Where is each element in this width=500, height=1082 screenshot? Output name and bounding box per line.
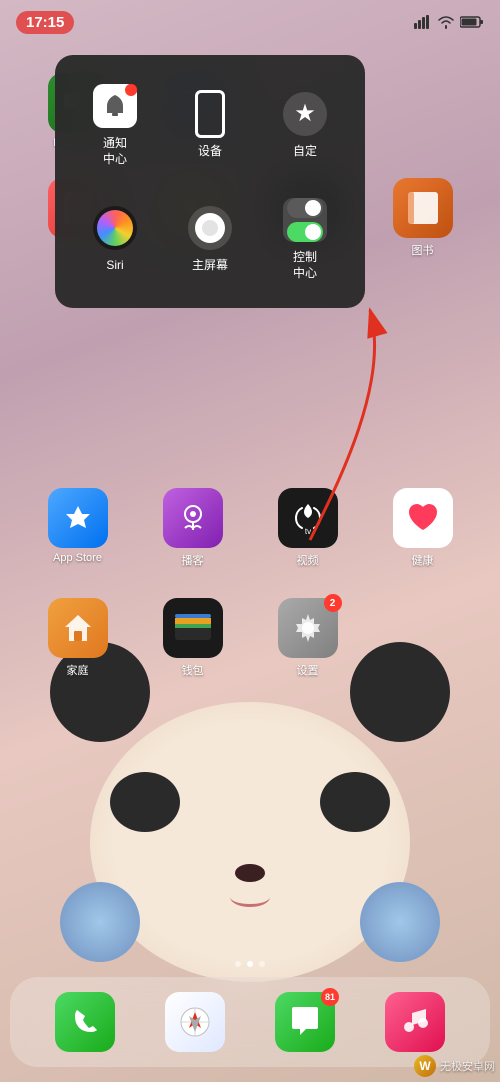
device-icon-shape [195, 90, 225, 138]
podcasts-icon[interactable] [163, 488, 223, 548]
star-icon-shape: ★ [283, 92, 327, 136]
toggle-row [287, 198, 323, 242]
app-books[interactable]: 图书 [365, 170, 480, 266]
notif-dot [127, 84, 137, 94]
settings-label: 设置 [297, 662, 319, 678]
health-label: 健康 [412, 552, 434, 568]
panda-decoration [235, 864, 265, 882]
controlcenter-label: 控制中心 [293, 250, 317, 281]
context-menu-grid: 通知中心 设备 ★ 自定 Siri [70, 70, 350, 293]
homescreen-circle [195, 213, 225, 243]
device-icon-container [186, 90, 234, 138]
panda-decoration [230, 887, 270, 907]
phone-icon[interactable] [55, 992, 115, 1052]
controlcenter-icon-container [281, 196, 329, 244]
dock: 81 [10, 977, 490, 1067]
menu-item-controlcenter[interactable]: 控制中心 [260, 184, 350, 293]
dock-music[interactable] [385, 992, 445, 1052]
context-menu: 通知中心 设备 ★ 自定 Siri [55, 55, 365, 308]
dock-safari[interactable] [165, 992, 225, 1052]
app-settings[interactable]: 2 设置 [250, 590, 365, 686]
watermark-logo: W [414, 1055, 436, 1077]
panda-decoration [360, 882, 440, 962]
status-bar: 17:15 [0, 0, 500, 44]
podcasts-label: 播客 [182, 552, 204, 568]
page-indicator [235, 961, 265, 967]
page-dot-3 [259, 961, 265, 967]
appstore-icon[interactable] [48, 488, 108, 548]
menu-item-notification[interactable]: 通知中心 [70, 70, 160, 179]
app-row-3: App Store 播客 tv 视频 [0, 470, 500, 586]
status-time: 17:15 [16, 11, 74, 34]
app-home[interactable]: 家庭 [20, 590, 135, 686]
customize-icon-container: ★ [281, 90, 329, 138]
device-label: 设备 [198, 144, 222, 160]
menu-item-customize[interactable]: ★ 自定 [260, 70, 350, 179]
dock-messages[interactable]: 81 [275, 992, 335, 1052]
settings-badge: 2 [324, 594, 342, 612]
app-appstore[interactable]: App Store [20, 480, 135, 576]
homescreen-icon-shape [188, 206, 232, 250]
safari-icon[interactable] [165, 992, 225, 1052]
app-empty3 [365, 590, 480, 686]
appletv-label: 视频 [297, 552, 319, 568]
siri-inner-shape [97, 210, 133, 246]
books-label: 图书 [412, 242, 434, 258]
app-health[interactable]: 健康 [365, 480, 480, 576]
svg-text:tv: tv [304, 527, 310, 536]
homescreen-inner [202, 220, 218, 236]
notification-center-icon [91, 82, 139, 130]
notification-icon-shape [93, 84, 137, 128]
toggle-switch-1 [287, 198, 323, 218]
music-icon[interactable] [385, 992, 445, 1052]
health-icon[interactable] [393, 488, 453, 548]
status-icons [414, 15, 484, 29]
app-appletv[interactable]: tv 视频 [250, 480, 365, 576]
wallet-icon[interactable] [163, 598, 223, 658]
page-dot-1 [235, 961, 241, 967]
appstore-label: App Store [53, 552, 102, 564]
dock-phone[interactable] [55, 992, 115, 1052]
books-icon[interactable] [393, 178, 453, 238]
panda-decoration [60, 882, 140, 962]
siri-icon-shape [93, 206, 137, 250]
customize-label: 自定 [293, 144, 317, 160]
panda-decoration [110, 772, 180, 832]
siri-icon-container [91, 204, 139, 252]
signal-icon [414, 15, 432, 29]
siri-label: Siri [106, 258, 123, 274]
homescreen-icon-container [186, 204, 234, 252]
home-label: 家庭 [67, 662, 89, 678]
app-empty2 [365, 65, 480, 161]
menu-item-device[interactable]: 设备 [165, 70, 255, 179]
messages-badge: 81 [321, 988, 339, 1006]
menu-item-siri[interactable]: Siri [70, 184, 160, 293]
wifi-icon [437, 15, 455, 29]
page-dot-2 [247, 961, 253, 967]
watermark: W 无极安卓网 [414, 1055, 495, 1077]
battery-icon [460, 15, 484, 29]
controlcenter-icon-shape [283, 198, 327, 242]
homescreen-label: 主屏幕 [192, 258, 228, 274]
notification-center-label: 通知中心 [103, 136, 127, 167]
messages-icon[interactable]: 81 [275, 992, 335, 1052]
panda-decoration [320, 772, 390, 832]
appletv-icon[interactable]: tv [278, 488, 338, 548]
app-row-4: 家庭 钱包 2 设置 [0, 580, 500, 696]
watermark-text: 无极安卓网 [440, 1058, 495, 1074]
menu-item-homescreen[interactable]: 主屏幕 [165, 184, 255, 293]
wallet-label: 钱包 [182, 662, 204, 678]
app-podcasts[interactable]: 播客 [135, 480, 250, 576]
home-icon[interactable] [48, 598, 108, 658]
app-wallet[interactable]: 钱包 [135, 590, 250, 686]
toggle-switch-2 [287, 222, 323, 242]
panda-decoration [90, 702, 410, 982]
settings-icon[interactable]: 2 [278, 598, 338, 658]
